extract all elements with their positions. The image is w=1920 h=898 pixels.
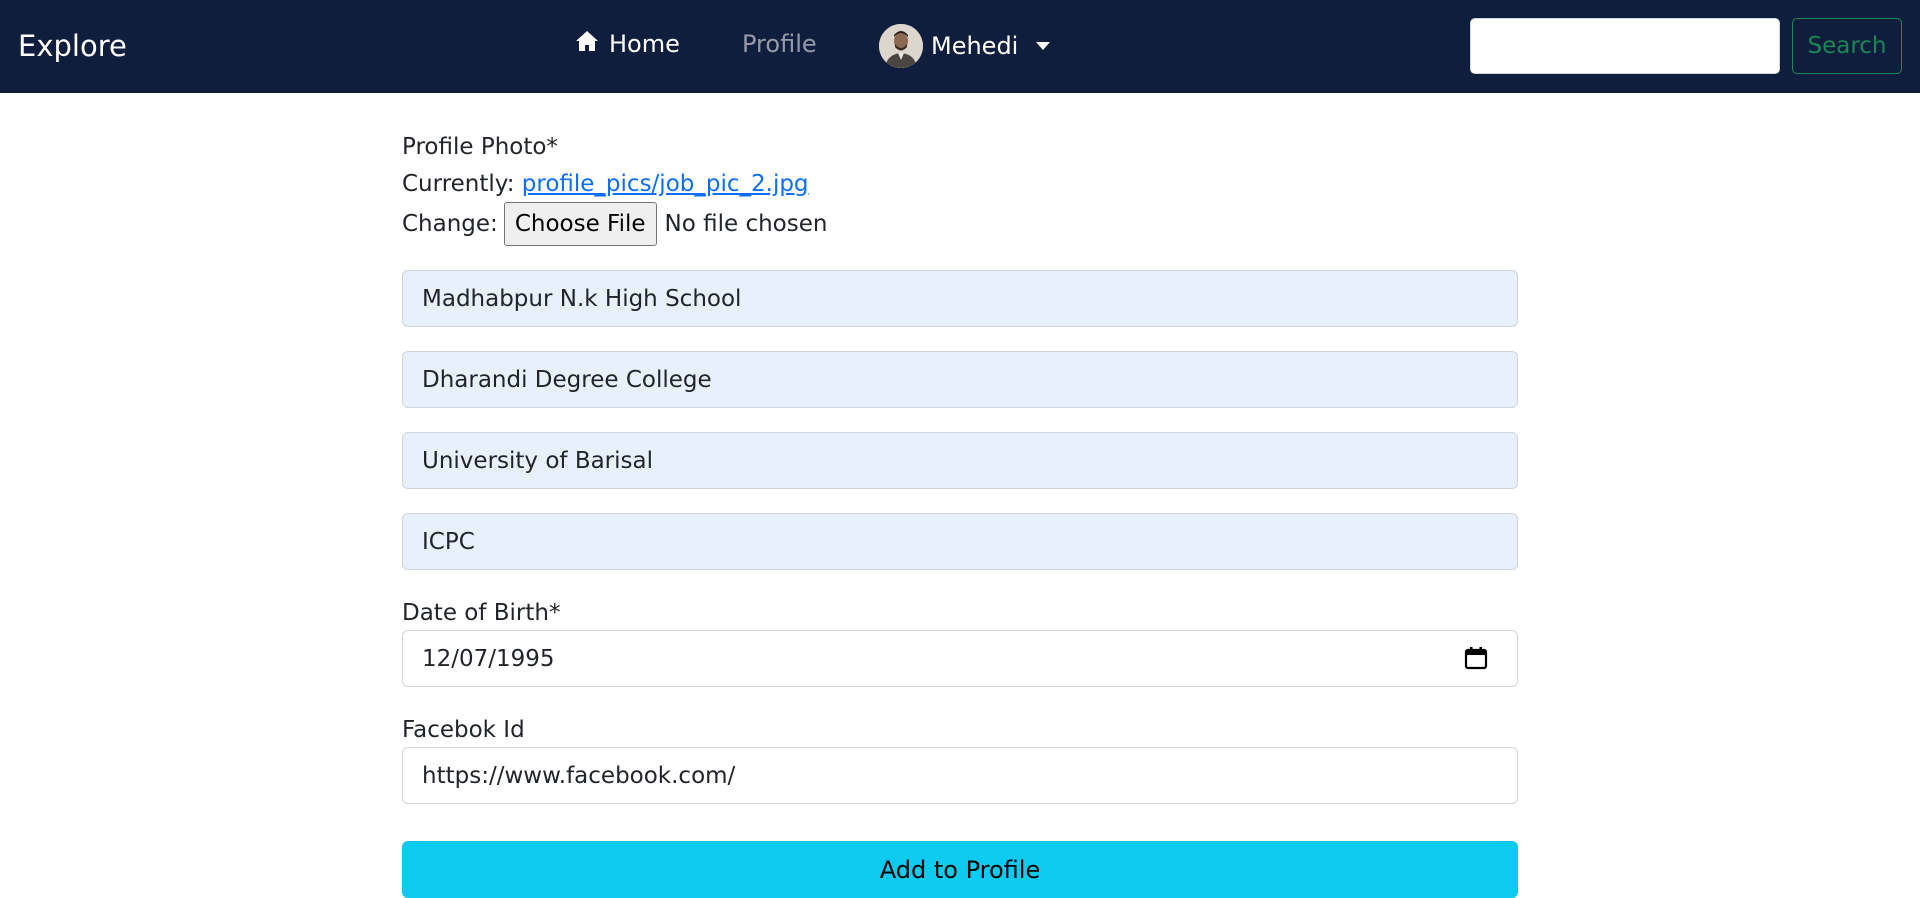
top-navbar: Explore Home Profile Mehedi Search: [0, 0, 1920, 93]
user-name: Mehedi: [931, 32, 1019, 60]
user-dropdown-toggle[interactable]: Mehedi: [879, 24, 1051, 68]
search-input[interactable]: [1470, 18, 1780, 74]
photo-currently-label: Currently:: [402, 171, 515, 197]
school-input[interactable]: [402, 270, 1518, 327]
dob-input[interactable]: [402, 630, 1518, 687]
nav-profile-link[interactable]: Profile: [742, 28, 817, 60]
university-input[interactable]: [402, 432, 1518, 489]
avatar: [879, 24, 923, 68]
home-icon: [575, 30, 599, 58]
current-photo-link[interactable]: profile_pics/job_pic_2.jpg: [522, 171, 809, 197]
photo-change-label: Change:: [402, 211, 498, 237]
college-input[interactable]: [402, 351, 1518, 408]
choose-file-button[interactable]: Choose File: [503, 202, 657, 246]
profile-photo-label: Profile Photo*: [402, 134, 558, 160]
dob-field: [402, 630, 1518, 687]
file-status-text: No file chosen: [664, 211, 828, 237]
calendar-icon[interactable]: [1464, 646, 1488, 670]
extra-input[interactable]: [402, 513, 1518, 570]
caret-down-icon: [1036, 42, 1051, 50]
search-button[interactable]: Search: [1792, 18, 1902, 74]
nav-home-link[interactable]: Home: [575, 28, 680, 60]
dob-label: Date of Birth*: [402, 600, 561, 626]
add-to-profile-button[interactable]: Add to Profile: [402, 841, 1518, 898]
nav-home-label: Home: [609, 30, 680, 58]
facebook-label: Facebok Id: [402, 717, 525, 743]
facebook-input[interactable]: [402, 747, 1518, 804]
photo-change-row: Change: Choose File No file chosen: [402, 201, 827, 247]
photo-current-row: Currently: profile_pics/job_pic_2.jpg: [402, 169, 809, 199]
brand-logo[interactable]: Explore: [18, 28, 127, 64]
